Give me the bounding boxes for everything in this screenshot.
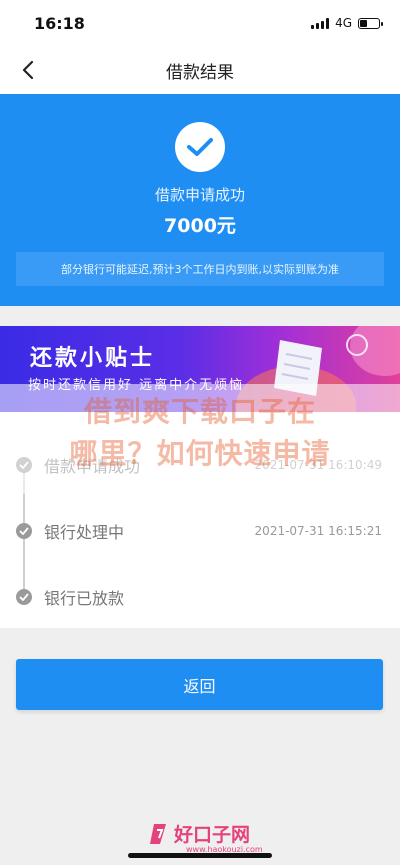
banner-subtitle: 按时还款信用好 远离中介无烦恼	[28, 378, 245, 393]
battery-icon	[358, 17, 383, 29]
result-status: 借款申请成功	[154, 186, 245, 204]
step-processing: 银行处理中 2021-07-31 16:15:21	[0, 516, 400, 546]
step-label: 借款申请成功	[44, 457, 141, 476]
status-time: 16:18	[34, 13, 85, 33]
check-icon	[16, 523, 32, 539]
logo-text: 好口子网	[174, 824, 251, 846]
loan-amount: 7000元	[164, 215, 236, 237]
step-label: 银行处理中	[44, 523, 125, 542]
home-indicator[interactable]	[128, 853, 272, 858]
logo-icon	[150, 823, 166, 844]
step-disbursed: 银行已放款	[0, 582, 400, 612]
step-label: 银行已放款	[44, 589, 125, 608]
arrival-note: 部分银行可能延迟,预计3个工作日内到账,以实际到账为准	[16, 252, 384, 286]
step-application: 借款申请成功 2021-07-31 16:10:49	[0, 450, 400, 480]
result-panel: 借款申请成功 7000元 部分银行可能延迟,预计3个工作日内到账,以实际到账为准	[0, 94, 400, 306]
page-title: 借款结果	[166, 62, 234, 83]
network-type: 4G	[335, 16, 352, 30]
check-icon	[16, 589, 32, 605]
site-logo: 好口子网	[148, 820, 250, 847]
status-bar: 16:18 4G	[0, 0, 400, 46]
paper-scroll-icon	[274, 340, 322, 396]
signal-icon	[311, 17, 330, 29]
progress-panel: 借款申请成功 2021-07-31 16:10:49 银行处理中 2021-07…	[0, 412, 400, 628]
check-icon	[16, 457, 32, 473]
back-button[interactable]	[10, 52, 46, 88]
banner-title: 还款小贴士	[30, 346, 156, 371]
status-indicators: 4G	[311, 16, 383, 30]
repayment-tips-banner[interactable]: 还款小贴士 按时还款信用好 远离中介无烦恼	[0, 326, 400, 412]
chevron-left-icon	[22, 60, 34, 80]
nav-bar: 借款结果	[0, 46, 400, 94]
step-time: 2021-07-31 16:15:21	[254, 524, 382, 538]
success-check-icon	[175, 122, 225, 172]
step-time: 2021-07-31 16:10:49	[254, 458, 382, 472]
return-button[interactable]: 返回	[16, 659, 383, 710]
